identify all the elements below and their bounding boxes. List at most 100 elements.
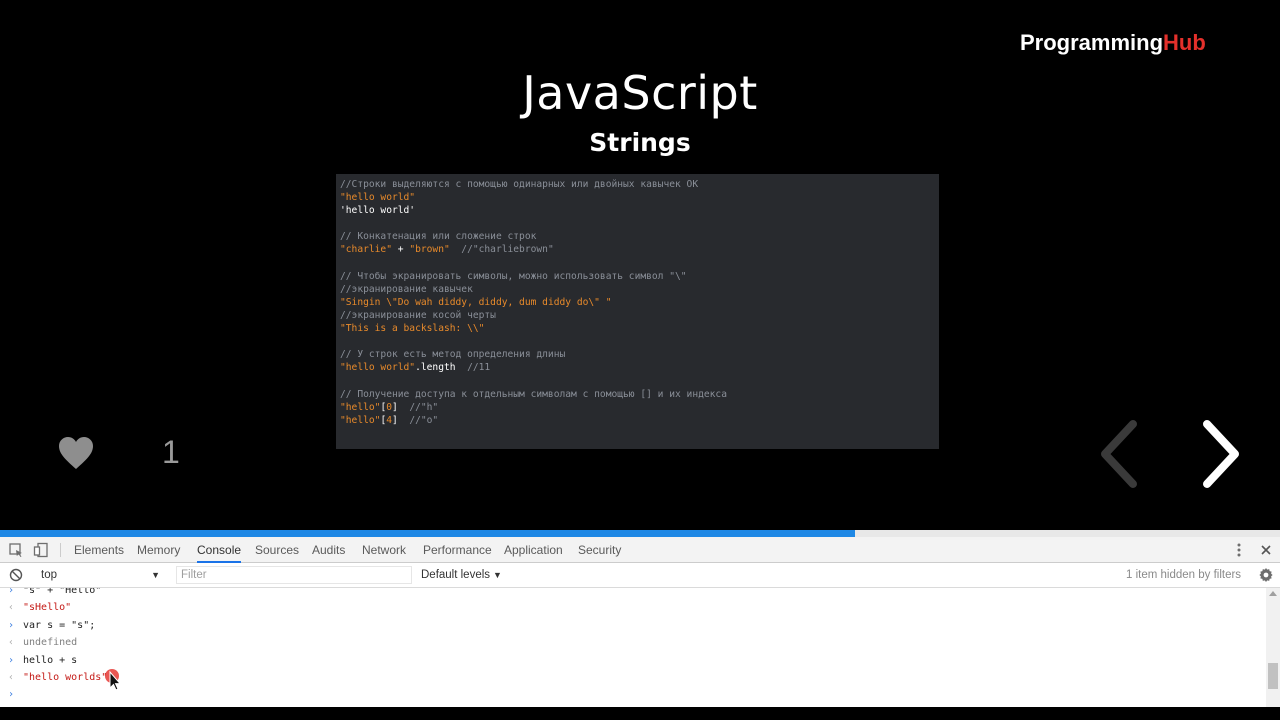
chevron-right-icon[interactable]: [1198, 418, 1244, 490]
tab-console[interactable]: Console: [197, 537, 242, 563]
console-text: hello + s: [23, 654, 78, 666]
slide-progress-bar: [0, 530, 1280, 537]
console-text: undefined: [23, 637, 78, 649]
code-token: "hello world": [340, 362, 416, 374]
code-line: // Получение доступа к отдельным символа…: [340, 388, 935, 401]
code-line: //экранирование косой черты: [340, 309, 935, 322]
code-token: "hello world": [340, 192, 416, 204]
tab-audits[interactable]: Audits: [312, 537, 345, 562]
input-chevron-icon: ›: [8, 619, 15, 631]
device-toolbar-icon[interactable]: [33, 542, 49, 558]
console-toolbar: top ▼ Filter Default levels ▼ 1 item hidd…: [0, 563, 1280, 588]
console-entry: ‹ "sHello": [0, 599, 1266, 616]
chevron-left-icon[interactable]: [1095, 418, 1141, 490]
code-token: //"o": [397, 414, 439, 426]
result-arrow-icon: ‹: [8, 602, 15, 614]
code-line: "hello"[4] //"o": [340, 414, 935, 427]
log-levels-dropdown[interactable]: Default levels ▼: [421, 566, 502, 584]
result-arrow-icon: ‹: [8, 637, 15, 649]
code-line: // У строк есть метод определения длины: [340, 348, 935, 361]
input-chevron-icon: ›: [8, 654, 15, 666]
tab-sources[interactable]: Sources: [255, 537, 299, 562]
console-text: "hello worlds": [23, 672, 108, 683]
code-token: "hello": [340, 401, 381, 413]
close-icon[interactable]: [1258, 542, 1274, 558]
console-prompt[interactable]: ›: [0, 686, 1266, 703]
context-value: top: [41, 569, 57, 581]
code-token: \" ": [588, 296, 612, 308]
tab-bar-divider: [60, 543, 61, 557]
code-line: "hello"[0] //"h": [340, 401, 935, 414]
bottom-edge: [0, 707, 1280, 720]
console-entry: › hello + s: [0, 652, 1266, 669]
code-token: "Singin \": [340, 296, 398, 308]
code-token: // Получение доступа к отдельным символа…: [340, 388, 727, 400]
console-entry: › var s = "s";: [0, 617, 1266, 634]
filter-input[interactable]: Filter: [176, 566, 412, 584]
code-token: //Строки выделяются с помощью одинарных …: [340, 179, 699, 190]
scroll-thumb[interactable]: [1268, 663, 1278, 689]
brand-part-hub: Hub: [1163, 30, 1206, 55]
mouse-cursor-icon: [105, 669, 122, 691]
scroll-up-arrow-icon[interactable]: [1269, 591, 1277, 596]
code-token: // Чтобы экранировать символы, можно исп…: [340, 270, 687, 282]
tab-application[interactable]: Application: [504, 537, 563, 562]
code-token: 'hello world': [340, 205, 416, 217]
code-line: // Конкатенация или сложение строк: [340, 230, 935, 243]
inspect-element-icon[interactable]: [8, 542, 24, 558]
code-token: //экранирование косой черты: [340, 309, 496, 321]
gear-icon[interactable]: [1258, 567, 1274, 583]
code-line: //Строки выделяются с помощью одинарных …: [340, 178, 935, 191]
log-levels-label: Default levels: [421, 569, 491, 581]
brand-logo: ProgrammingHub: [1020, 30, 1206, 56]
console-text: "sHello": [23, 602, 72, 614]
input-chevron-icon: ›: [8, 689, 15, 701]
brand-part-programming: Programming: [1020, 30, 1164, 55]
code-line: 'hello world': [340, 204, 935, 217]
code-token: "This is a backslash: \\": [340, 323, 485, 335]
tab-network[interactable]: Network: [362, 537, 406, 562]
tab-security[interactable]: Security: [578, 537, 621, 562]
code-line: "hello world".length //11: [340, 361, 935, 374]
slide-subtitle: Strings: [589, 128, 691, 157]
code-line: // Чтобы экранировать символы, можно исп…: [340, 270, 935, 283]
code-line: "hello world": [340, 191, 935, 204]
console-text: "s" + "Hello": [23, 588, 102, 596]
code-line: //экранирование кавычек: [340, 283, 935, 296]
tab-performance[interactable]: Performance: [423, 537, 492, 562]
heart-icon[interactable]: [58, 436, 94, 470]
console-entry: › "s" + "Hello": [0, 588, 1266, 599]
code-token: "charlie": [340, 244, 392, 256]
code-token: +: [391, 244, 410, 256]
code-token: "hello": [340, 414, 381, 426]
devtools-tab-bar: Elements Memory Console Sources Audits Networ…: [0, 537, 1280, 563]
tab-elements[interactable]: Elements: [74, 537, 124, 562]
code-snippet: //Строки выделяются с помощью одинарных …: [336, 174, 939, 449]
code-token: "brown": [409, 244, 450, 256]
result-arrow-icon: ‹: [8, 672, 15, 683]
clear-console-icon[interactable]: [9, 568, 23, 582]
slide-title: JavaScript: [522, 66, 758, 120]
code-line: "This is a backslash: \\": [340, 322, 935, 335]
dropdown-arrow-icon: ▼: [493, 570, 502, 580]
console-entry: ‹ "hello worlds": [0, 669, 1266, 686]
console-output[interactable]: › "s" + "Hello" ‹ "sHello" › var s = "s"; ‹ und…: [0, 588, 1266, 707]
code-token: // Конкатенация или сложение строк: [340, 231, 537, 243]
code-token: //11: [455, 362, 491, 374]
dropdown-arrow-icon: ▼: [151, 570, 160, 580]
tab-memory[interactable]: Memory: [137, 537, 180, 562]
slide-progress-fill: [0, 530, 856, 537]
code-token: Do wah diddy, diddy, dum diddy do: [397, 296, 589, 308]
console-text: var s = "s";: [23, 619, 96, 631]
like-count: 1: [162, 434, 180, 470]
slide-stage: ProgrammingHub JavaScript Strings //Стро…: [0, 0, 1280, 530]
code-token: // У строк есть метод определения длины: [340, 349, 566, 361]
console-entry: ‹ undefined: [0, 634, 1266, 651]
console-scrollbar[interactable]: [1266, 588, 1280, 707]
more-options-icon[interactable]: [1234, 541, 1244, 559]
context-select[interactable]: top ▼: [32, 566, 166, 584]
code-token: //экранирование кавычек: [340, 283, 473, 295]
devtools-panel: Elements Memory Console Sources Audits Networ…: [0, 537, 1280, 707]
